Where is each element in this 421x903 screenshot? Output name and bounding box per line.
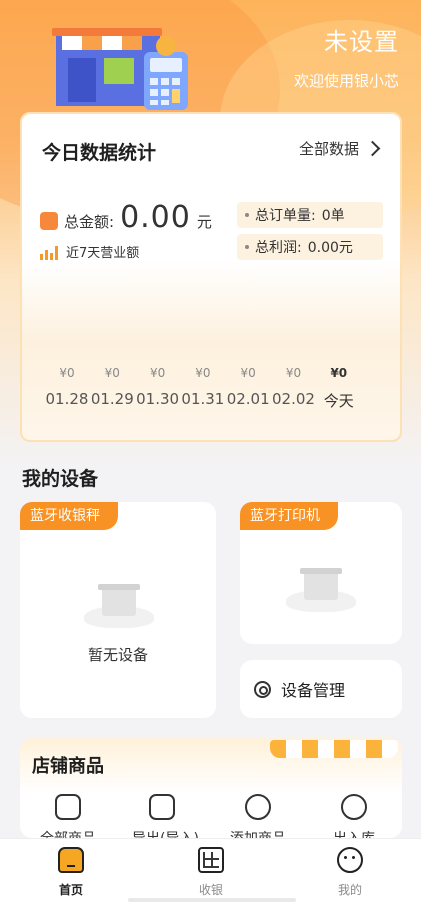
store-name[interactable]: 未设置 xyxy=(324,22,399,57)
total-amount-value: 0.00 xyxy=(120,200,191,235)
goods-item-label: 导出(导入) xyxy=(132,828,199,838)
chart-category-label: 02.01 xyxy=(226,390,270,408)
tab-label: 收银 xyxy=(198,883,223,897)
chart-value-label: ¥0 xyxy=(195,366,211,380)
goods-item-label: 添加商品 xyxy=(228,828,288,838)
profit-label: 总利润: xyxy=(255,240,302,256)
today-stats-card: 今日数据统计 全部数据 总金额: 0.00 元 近7天营业额 总订单量: 0单 总… xyxy=(20,112,402,442)
chart-value-label: ¥0 xyxy=(330,366,348,380)
tab-label: 首页 xyxy=(58,883,83,897)
cashier-icon xyxy=(198,847,224,873)
profile-icon xyxy=(337,847,363,873)
all-data-label: 全部数据 xyxy=(298,140,359,158)
chart-category-label: 02.02 xyxy=(272,390,315,408)
chart-category-label: 01.29 xyxy=(90,390,134,408)
store-goods-title: 店铺商品 xyxy=(32,756,104,777)
bluetooth-scale-card[interactable]: 蓝牙收银秤 暂无设备 xyxy=(20,502,216,718)
chart-category-label: 01.28 xyxy=(45,390,89,408)
chart-column: ¥0 01.29 xyxy=(89,366,135,408)
chart-column: ¥0 02.02 xyxy=(271,366,317,408)
revenue-chart: ¥0 01.28 ¥0 01.29 ¥0 01.30 ¥0 01.31 ¥0 02.01 ¥0 02.… xyxy=(34,274,394,434)
chart-column: ¥0 02.01 xyxy=(225,366,271,408)
money-bag-icon xyxy=(40,212,58,230)
bullet-icon xyxy=(245,213,249,217)
total-amount-label: 总金额: xyxy=(64,213,115,231)
week-revenue-label: 近7天营业额 xyxy=(66,246,140,261)
goods-item-label: 全部商品 xyxy=(38,828,98,838)
orders-value: 0单 xyxy=(321,208,345,224)
scale-tag: 蓝牙收银秤 xyxy=(20,502,118,530)
chart-value-label: ¥0 xyxy=(59,366,75,380)
device-management-label: 设备管理 xyxy=(281,681,346,700)
chart-column: ¥0 01.28 xyxy=(44,366,90,408)
bottom-tab-bar: 首页 收银 我的 xyxy=(0,838,421,903)
shop-illustration-icon xyxy=(52,28,188,110)
chart-category-label: 今天 xyxy=(323,392,354,410)
chart-category-label: 01.30 xyxy=(136,390,180,408)
clipboard-icon xyxy=(149,794,175,820)
swap-arrows-icon xyxy=(341,794,367,820)
awning-decoration-icon xyxy=(270,740,398,758)
gear-icon xyxy=(254,680,271,698)
home-icon xyxy=(58,847,84,873)
tab-home[interactable]: 首页 xyxy=(36,847,106,898)
plus-circle-icon xyxy=(245,794,271,820)
orders-label: 总订单量: xyxy=(255,208,316,224)
store-icon xyxy=(55,794,81,820)
my-devices-title: 我的设备 xyxy=(22,468,99,490)
all-data-link[interactable]: 全部数据 xyxy=(298,138,381,159)
chart-value-label: ¥0 xyxy=(285,366,302,380)
tab-label: 我的 xyxy=(337,883,362,897)
chart-value-label: ¥0 xyxy=(240,366,256,380)
orders-pill: 总订单量: 0单 xyxy=(237,202,383,228)
add-goods-button[interactable]: 添加商品 xyxy=(228,794,288,838)
device-management-button[interactable]: 设备管理 xyxy=(240,660,402,718)
welcome-text: 欢迎使用银小芯 xyxy=(293,72,399,90)
home-indicator xyxy=(128,898,296,902)
tab-profile[interactable]: 我的 xyxy=(315,847,385,898)
chart-value-label: ¥0 xyxy=(149,366,166,380)
all-goods-button[interactable]: 全部商品 xyxy=(38,794,98,838)
chart-column: ¥0 今天 xyxy=(316,366,362,411)
empty-box-icon xyxy=(84,568,154,628)
goods-item-label: 出入库 xyxy=(324,828,384,838)
stats-title: 今日数据统计 xyxy=(42,142,157,164)
no-device-text: 暂无设备 xyxy=(88,646,149,664)
store-goods-card: 店铺商品 全部商品 导出(导入) 添加商品 出入库 xyxy=(20,738,402,838)
total-amount: 总金额: 0.00 元 xyxy=(40,200,212,235)
chart-column: ¥0 01.31 xyxy=(180,366,226,408)
printer-tag: 蓝牙打印机 xyxy=(240,502,338,530)
bluetooth-printer-card[interactable]: 蓝牙打印机 xyxy=(240,502,402,644)
tab-cashier[interactable]: 收银 xyxy=(176,847,246,898)
chart-column: ¥0 01.30 xyxy=(135,366,181,408)
week-revenue-label-row: 近7天营业额 xyxy=(40,242,139,261)
chevron-right-icon xyxy=(364,140,381,157)
chart-category-label: 01.31 xyxy=(181,390,225,408)
stock-in-out-button[interactable]: 出入库 xyxy=(324,794,384,838)
bullet-icon xyxy=(245,245,249,249)
profit-value: 0.00元 xyxy=(307,240,353,256)
export-import-button[interactable]: 导出(导入) xyxy=(132,794,199,838)
profit-pill: 总利润: 0.00元 xyxy=(237,234,383,260)
chart-value-label: ¥0 xyxy=(104,366,120,380)
total-amount-unit: 元 xyxy=(196,213,212,231)
empty-box-icon xyxy=(286,552,356,612)
bar-chart-icon xyxy=(40,244,58,260)
